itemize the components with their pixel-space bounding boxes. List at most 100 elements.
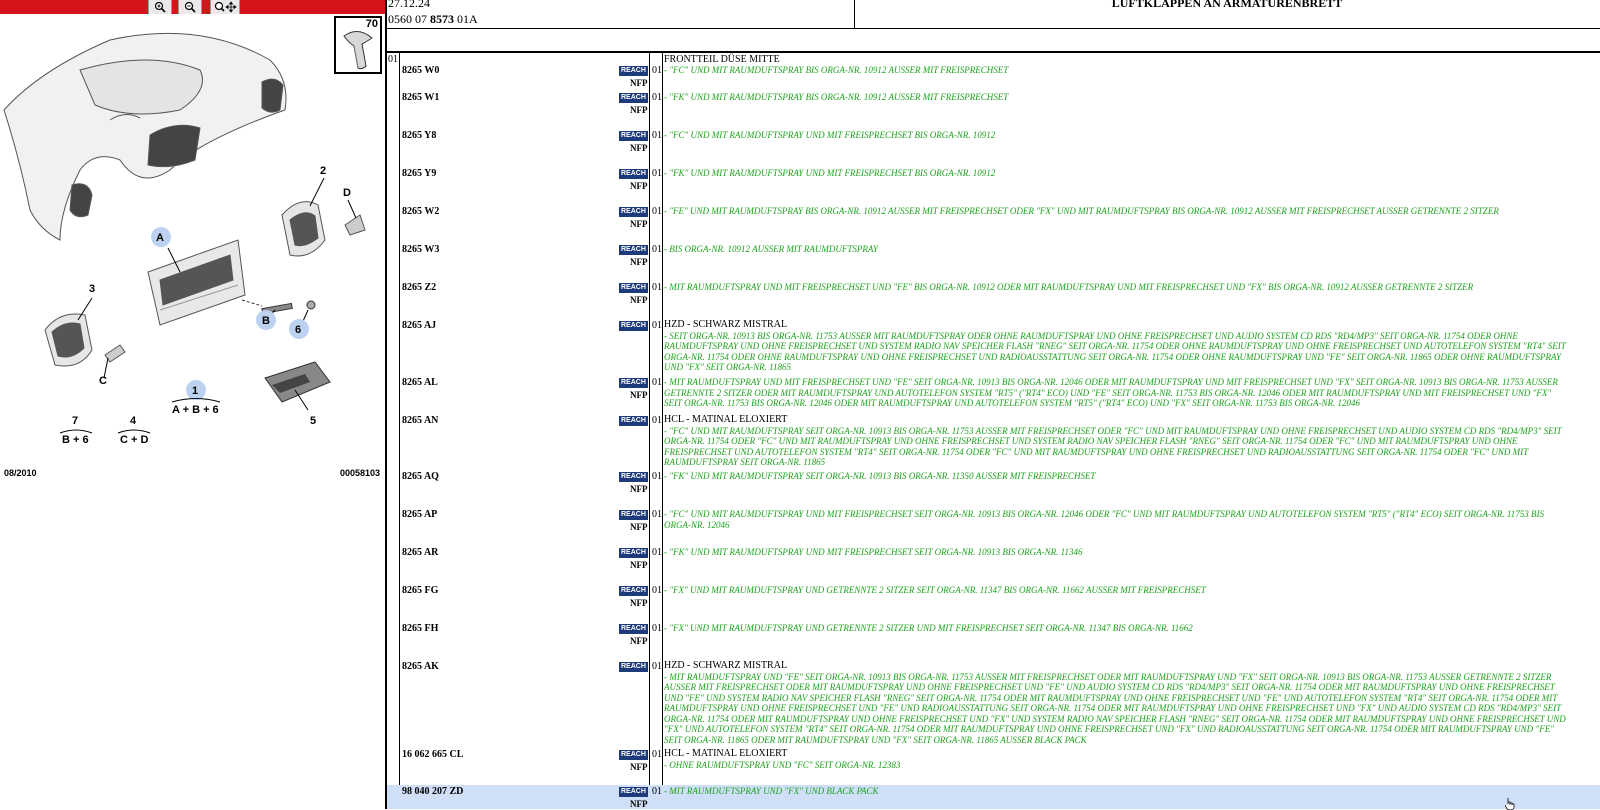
table-row[interactable]: 8265 AP REACH NFP 01- "FC" UND MIT RAUMDUFT… <box>387 508 1600 546</box>
quantity: 01 <box>652 471 662 482</box>
page-title: LUFTKLAPPEN AN ARMATURENBRETT <box>1111 0 1343 10</box>
description-heading: HCL - MATINAL ELOXIERT <box>664 414 788 425</box>
reach-badge: REACH <box>619 321 648 331</box>
table-row[interactable]: FRONTTEIL DÜSE MITTE <box>387 54 1600 64</box>
part-reference[interactable]: 8265 AK <box>402 661 439 672</box>
table-row[interactable]: 8265 W1 REACH NFP 01- "FK" UND MIT RAUMDUFT… <box>387 91 1600 129</box>
description-condition: - "FX" UND MIT RAUMDUFTSPRAY UND GETRENN… <box>664 585 1206 595</box>
nfp-label: NFP <box>630 181 648 191</box>
part-reference[interactable]: 98 040 207 ZD <box>402 786 463 797</box>
part-reference[interactable]: 8265 AJ <box>402 320 436 331</box>
reach-badge: REACH <box>619 245 648 255</box>
table-row[interactable]: 8265 FH REACH NFP 01- "FX" UND MIT RAUMDUFT… <box>387 622 1600 660</box>
callout-4: 4 <box>130 415 137 427</box>
description-condition: - "FE" UND MIT RAUMDUFTSPRAY BIS ORGA-NR… <box>664 206 1499 216</box>
quantity: 01 <box>652 585 662 596</box>
nfp-label: NFP <box>630 105 648 115</box>
nfp-label: NFP <box>630 484 648 494</box>
part-reference[interactable]: 8265 AL <box>402 377 438 388</box>
part-reference[interactable]: 16 062 665 CL <box>402 749 463 760</box>
part-description: - "FC" UND MIT RAUMDUFTSPRAY UND MIT FRE… <box>664 130 1569 141</box>
table-row[interactable]: 8265 AN REACH 01 HCL - MATINAL ELOXIERT - "F… <box>387 414 1600 470</box>
nfp-label: NFP <box>630 598 648 608</box>
callout-5: 5 <box>310 415 316 427</box>
table-row[interactable]: 8265 FG REACH NFP 01- "FX" UND MIT RAUMDUFT… <box>387 584 1600 622</box>
callout-a: A <box>156 232 164 244</box>
nfp-label: NFP <box>630 295 648 305</box>
reach-badge: REACH <box>619 510 648 520</box>
table-row[interactable]: 8265 AK REACH 01 HZD - SCHWARZ MISTRAL - MIT… <box>387 660 1600 748</box>
part-reference[interactable]: 8265 Z2 <box>402 282 436 293</box>
part-reference[interactable]: 8265 W3 <box>402 244 439 255</box>
table-row[interactable]: 16 062 665 CL REACH NFP 01 HCL - MATINAL ELO… <box>387 748 1600 785</box>
part-description: - MIT RAUMDUFTSPRAY UND MIT FREISPRECHSE… <box>664 377 1569 409</box>
reach-badge: REACH <box>619 207 648 217</box>
part-description: - "FE" UND MIT RAUMDUFTSPRAY BIS ORGA-NR… <box>664 206 1569 217</box>
catalogue-header: 27.12.24 0560 07 8573 01A LUFTKLAPPEN AN… <box>387 0 1600 29</box>
part-description: HZD - SCHWARZ MISTRAL - SEIT ORGA-NR. 109… <box>664 319 1569 373</box>
part-reference[interactable]: 8265 W0 <box>402 65 439 76</box>
table-row[interactable]: 8265 W0 REACH NFP 01- "FC" UND MIT RAUMDUFT… <box>387 64 1600 91</box>
quantity: 01 <box>652 130 662 141</box>
part-description: - MIT RAUMDUFTSPRAY UND "FX" UND BLACK P… <box>664 786 1569 797</box>
part-reference[interactable]: 8265 Y9 <box>402 168 436 179</box>
nfp-label: NFP <box>630 799 648 809</box>
description-condition: - "FC" UND MIT RAUMDUFTSPRAY UND MIT FRE… <box>664 130 996 140</box>
callout-6: 6 <box>295 324 301 336</box>
description-condition: - "FX" UND MIT RAUMDUFTSPRAY UND GETRENN… <box>664 623 1193 633</box>
table-row[interactable]: 8265 W2 REACH NFP 01- "FE" UND MIT RAUMDUFT… <box>387 205 1600 243</box>
part-reference[interactable]: 8265 W2 <box>402 206 439 217</box>
quantity: 01 <box>652 320 662 331</box>
table-row[interactable]: 8265 Y9 REACH NFP 01- "FK" UND MIT RAUMDUFT… <box>387 167 1600 205</box>
group-4-formula: C + D <box>120 434 148 446</box>
description-condition: - BIS ORGA-NR. 10912 AUSSER MIT RAUMDUFT… <box>664 244 878 254</box>
part-description: - "FC" UND MIT RAUMDUFTSPRAY UND MIT FRE… <box>664 509 1569 530</box>
description-condition: - "FK" UND MIT RAUMDUFTSPRAY UND MIT FRE… <box>664 547 1083 557</box>
header-date: 27.12.24 <box>388 0 430 10</box>
quantity: 01 <box>652 749 662 760</box>
header-reference: 0560 07 8573 01A <box>388 12 478 27</box>
table-row[interactable]: 8265 Z2 REACH NFP 01- MIT RAUMDUFTSPRAY UND… <box>387 281 1600 319</box>
table-row[interactable]: 8265 AR REACH NFP 01- "FK" UND MIT RAUMDUFT… <box>387 546 1600 584</box>
table-row[interactable]: 8265 Y8 REACH NFP 01- "FC" UND MIT RAUMDUFT… <box>387 129 1600 167</box>
part-reference[interactable]: 8265 AQ <box>402 471 439 482</box>
part-description: HCL - MATINAL ELOXIERT - OHNE RAUMDUFTSPR… <box>664 748 1569 770</box>
nfp-label: NFP <box>630 522 648 532</box>
callout-7: 7 <box>72 415 78 427</box>
table-row[interactable]: 98 040 207 ZD REACH NFP 01- MIT RAUMDUFTSPR… <box>387 785 1600 809</box>
description-condition: - "FC" UND MIT RAUMDUFTSPRAY SEIT ORGA-N… <box>664 425 1562 468</box>
table-row[interactable]: 8265 AL REACH NFP 01- MIT RAUMDUFTSPRAY UND… <box>387 376 1600 414</box>
ref-bold: 8573 <box>430 12 454 26</box>
table-row[interactable]: 8265 W3 REACH NFP 01- BIS ORGA-NR. 10912 AU… <box>387 243 1600 281</box>
part-reference[interactable]: 8265 W1 <box>402 92 439 103</box>
quantity: 01 <box>652 206 662 217</box>
part-reference[interactable]: 8265 AN <box>402 415 438 426</box>
nfp-label: NFP <box>630 560 648 570</box>
part-reference[interactable]: 8265 AP <box>402 509 437 520</box>
part-description: - "FK" UND MIT RAUMDUFTSPRAY UND MIT FRE… <box>664 547 1569 558</box>
nfp-label: NFP <box>630 390 648 400</box>
ref-prefix: 0560 07 <box>388 12 427 26</box>
part-reference[interactable]: 8265 Y8 <box>402 130 436 141</box>
part-reference[interactable]: 8265 FG <box>402 585 438 596</box>
part-description: - "FX" UND MIT RAUMDUFTSPRAY UND GETRENN… <box>664 623 1569 634</box>
reach-badge: REACH <box>619 169 648 179</box>
description-heading: HZD - SCHWARZ MISTRAL <box>664 660 788 671</box>
table-row[interactable]: 8265 AQ REACH NFP 01- "FK" UND MIT RAUMDUFT… <box>387 470 1600 508</box>
table-row[interactable]: 8265 AJ REACH 01 HZD - SCHWARZ MISTRAL - SEI… <box>387 319 1600 376</box>
side-vent-3-illustration <box>44 313 93 367</box>
nfp-label: NFP <box>630 257 648 267</box>
part-reference[interactable]: 8265 FH <box>402 623 438 634</box>
reach-badge: REACH <box>619 416 648 426</box>
part-description: - "FK" UND MIT RAUMDUFTSPRAY UND MIT FRE… <box>664 168 1569 179</box>
description-condition: - "FK" UND MIT RAUMDUFTSPRAY BIS ORGA-NR… <box>664 92 1009 102</box>
description-condition: - "FC" UND MIT RAUMDUFTSPRAY UND MIT FRE… <box>664 509 1544 530</box>
dashboard-vent-diagram: 2 D A 3 B 6 C 1 A + B + 6 5 7 B + 6 4 C … <box>3 32 366 446</box>
reach-badge: REACH <box>619 66 648 76</box>
part-reference[interactable]: 8265 AR <box>402 547 438 558</box>
nfp-label: NFP <box>630 143 648 153</box>
quantity: 01 <box>652 92 662 103</box>
illustration-pane: 70 2 D A 3 B 6 C 1 A + B + 6 5 7 B + 6 4… <box>0 0 385 809</box>
part-description: HZD - SCHWARZ MISTRAL - MIT RAUMDUFTSPRAY… <box>664 660 1569 745</box>
illustration-code: 00058103 <box>340 468 381 478</box>
